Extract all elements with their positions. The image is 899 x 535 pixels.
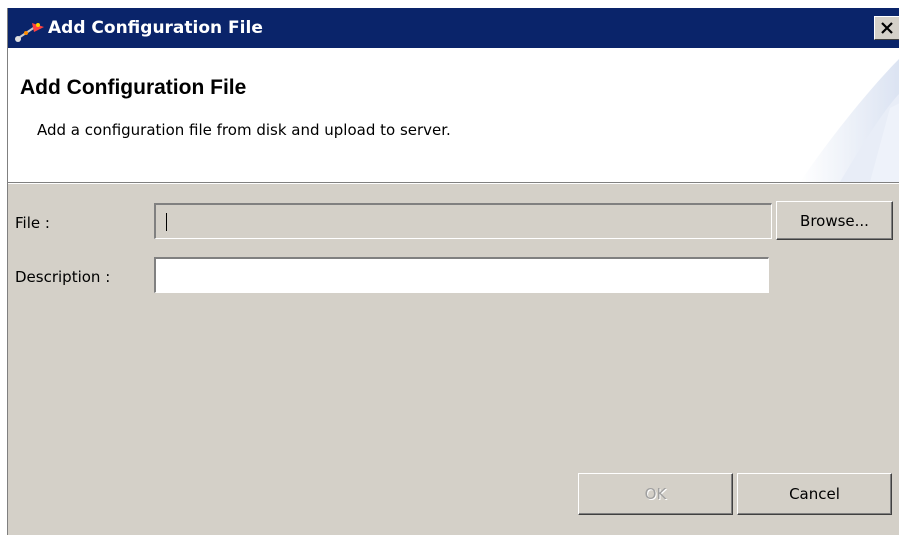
- file-label: File :: [15, 214, 50, 232]
- description-label: Description :: [15, 268, 111, 286]
- text-caret: [166, 213, 167, 231]
- title-bar[interactable]: Add Configuration File: [8, 8, 899, 48]
- window-title: Add Configuration File: [48, 18, 263, 38]
- cancel-button-label: Cancel: [789, 485, 840, 503]
- close-button[interactable]: [874, 16, 899, 40]
- header-separator: [8, 182, 899, 184]
- page-description: Add a configuration file from disk and u…: [37, 121, 451, 139]
- ok-button[interactable]: OK: [578, 473, 733, 515]
- file-path-field[interactable]: [154, 203, 772, 239]
- browse-button[interactable]: Browse...: [776, 201, 893, 240]
- cancel-button[interactable]: Cancel: [737, 473, 892, 515]
- app-wizard-icon: [15, 23, 44, 42]
- close-icon: [881, 22, 893, 34]
- ok-button-label: OK: [644, 485, 667, 503]
- browse-button-label: Browse...: [800, 211, 869, 230]
- add-configuration-file-dialog: Add Configuration File Add Configuration…: [7, 8, 899, 535]
- wizard-header: Add Configuration File Add a configurati…: [8, 48, 899, 182]
- page-title: Add Configuration File: [20, 76, 247, 99]
- header-decoration-graphic: [800, 59, 899, 182]
- description-field[interactable]: [154, 257, 769, 293]
